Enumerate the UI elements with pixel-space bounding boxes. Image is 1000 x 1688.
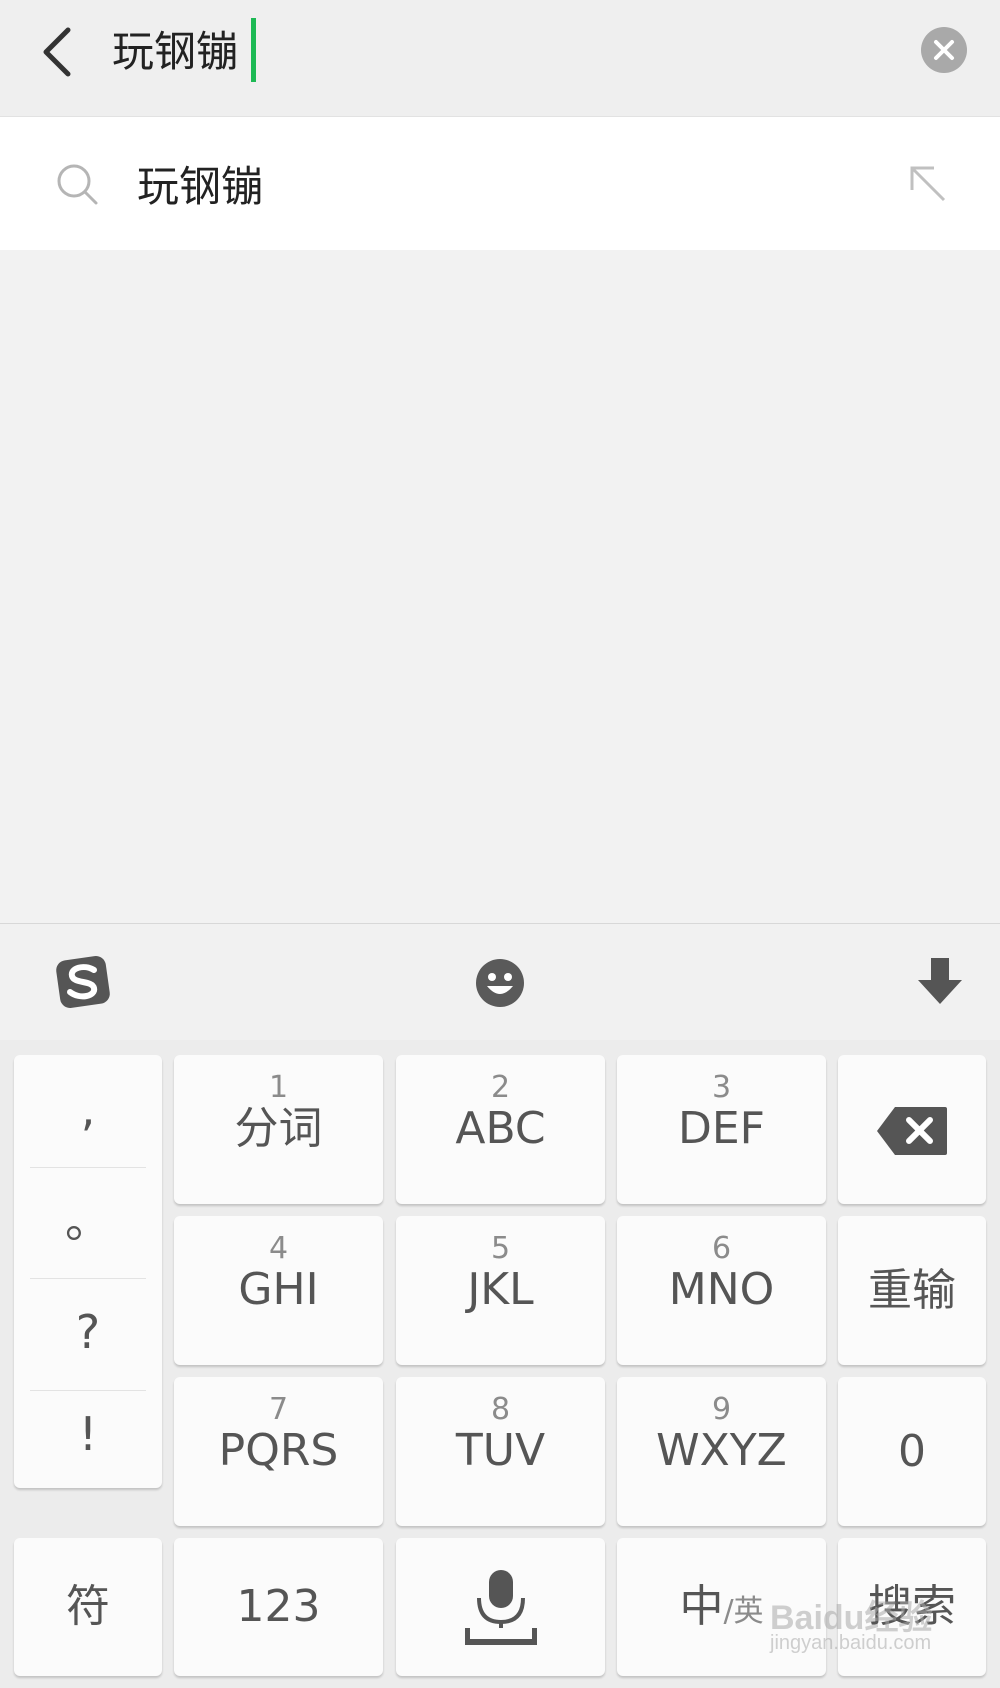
suggestion-row[interactable]: 玩钢镚 [0,117,1000,250]
suggestion-text: 玩钢镚 [137,162,264,211]
key-label: 分词 [234,1103,323,1154]
key-number: 6 [711,1231,732,1266]
backspace-key[interactable] [838,1055,986,1204]
sogou-logo-icon[interactable] [54,954,112,1010]
retype-label: 重输 [868,1265,956,1316]
key-number: 4 [268,1231,289,1266]
key-label: MNO [668,1264,775,1315]
text-caret [251,18,256,82]
search-icon [57,164,98,205]
key-label: PQRS [218,1425,339,1476]
retype-key[interactable]: 重输 [838,1216,986,1365]
key-3[interactable]: 3 DEF [617,1055,826,1204]
language-main: 中 [679,1581,724,1632]
key-4[interactable]: 4 GHI [174,1216,383,1365]
numeric-label: 123 [236,1581,321,1632]
search-input[interactable]: 玩钢镚 [112,22,238,82]
arrow-down-icon[interactable] [918,956,962,1006]
key-number: 8 [490,1392,511,1427]
key-number: 1 [268,1070,289,1105]
key-label: JKL [467,1264,534,1315]
punctuation-column: , 。 ? ! [14,1055,162,1488]
zero-key[interactable]: 0 [838,1377,986,1526]
period-key[interactable]: 。 [14,1167,162,1275]
key-number: 3 [711,1070,732,1105]
key-number: 9 [711,1392,732,1427]
key-label: GHI [238,1264,319,1315]
arrow-up-left-icon[interactable] [906,162,950,206]
microphone-icon [465,1570,537,1645]
chevron-left-icon[interactable] [34,22,84,82]
key-label: TUV [455,1425,546,1476]
backspace-icon [877,1107,947,1155]
key-7[interactable]: 7 PQRS [174,1377,383,1526]
symbol-label: 符 [66,1581,110,1632]
key-label: WXYZ [656,1425,787,1476]
watermark-url: jingyan.baidu.com [770,1632,932,1654]
symbol-key[interactable]: 符 [14,1538,162,1676]
voice-space-key[interactable] [396,1538,605,1676]
close-circle-icon[interactable] [921,27,967,73]
key-label: ABC [455,1103,546,1154]
key-2[interactable]: 2 ABC [396,1055,605,1204]
search-bar: 玩钢镚 [0,0,1000,117]
language-sub: /英 [723,1594,764,1629]
emoji-icon[interactable] [475,958,525,1008]
key-5[interactable]: 5 JKL [396,1216,605,1365]
key-number: 7 [268,1392,289,1427]
key-6[interactable]: 6 MNO [617,1216,826,1365]
zero-label: 0 [898,1426,926,1477]
key-1[interactable]: 1 分词 [174,1055,383,1204]
key-label: DEF [678,1103,765,1154]
key-number: 5 [490,1231,511,1266]
key-9[interactable]: 9 WXYZ [617,1377,826,1526]
key-8[interactable]: 8 TUV [396,1377,605,1526]
comma-key[interactable]: , [14,1055,162,1163]
numeric-key[interactable]: 123 [174,1538,383,1676]
exclamation-key[interactable]: ! [14,1380,162,1488]
keyboard-toolbar [0,923,1000,1041]
question-key[interactable]: ? [14,1278,162,1386]
key-number: 2 [490,1070,511,1105]
